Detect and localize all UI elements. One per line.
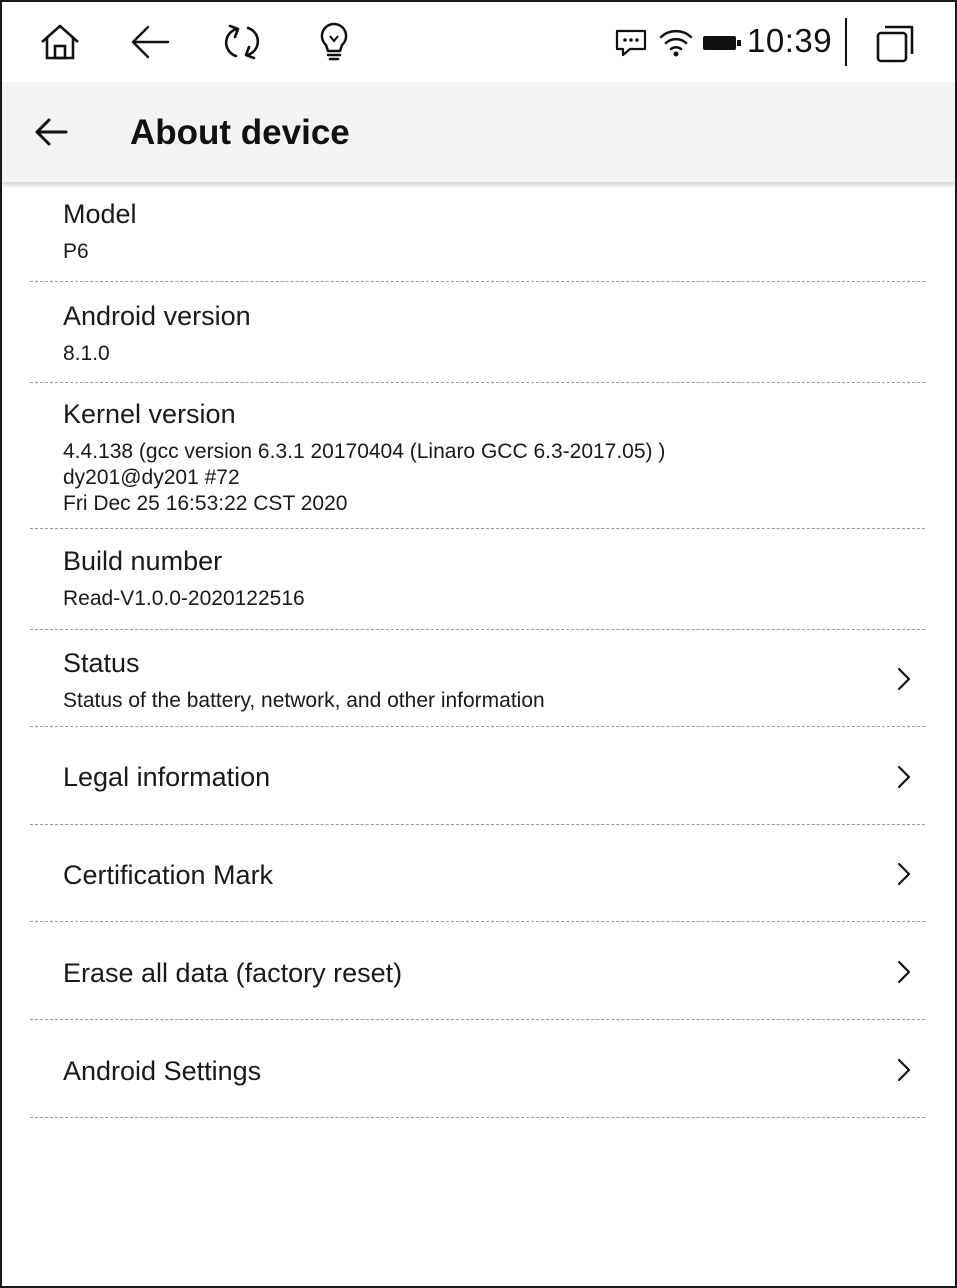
item-value: P6: [63, 240, 89, 263]
item-value: Status of the battery, network, and othe…: [63, 689, 545, 712]
back-arrow-icon[interactable]: [128, 20, 172, 64]
item-label: Kernel version: [63, 399, 236, 429]
refresh-icon[interactable]: [220, 20, 264, 64]
page-title: About device: [130, 113, 350, 152]
item-label: Android Settings: [63, 1056, 262, 1086]
item-label: Build number: [63, 546, 223, 576]
chevron-right-icon: [895, 764, 913, 790]
clock: 10:39: [747, 22, 833, 59]
chevron-right-icon: [895, 861, 913, 887]
item-label: Certification Mark: [63, 860, 274, 890]
recent-apps-icon[interactable]: [874, 24, 916, 64]
wifi-icon: [658, 26, 694, 58]
system-bar: 10:39: [2, 2, 955, 82]
item-value: Read-V1.0.0-2020122516: [63, 587, 305, 610]
list-item-factory-reset[interactable]: Erase all data (factory reset): [30, 922, 925, 1020]
item-label: Erase all data (factory reset): [63, 958, 403, 988]
item-label: Model: [63, 199, 137, 229]
list-item-kernel-version[interactable]: Kernel version 4.4.138 (gcc version 6.3.…: [30, 383, 925, 529]
list-item-android-version[interactable]: Android version 8.1.0: [30, 282, 925, 383]
divider: [845, 18, 847, 66]
item-value-line: dy201@dy201 #72: [63, 466, 240, 489]
list-item-model[interactable]: Model P6: [30, 182, 925, 282]
chevron-right-icon: [895, 1057, 913, 1083]
chevron-right-icon: [895, 666, 913, 692]
battery-icon: [702, 33, 742, 53]
item-value-line: Fri Dec 25 16:53:22 CST 2020: [63, 492, 348, 515]
item-value-line: 4.4.138 (gcc version 6.3.1 20170404 (Lin…: [63, 440, 666, 463]
home-icon[interactable]: [38, 20, 82, 64]
item-label: Status: [63, 648, 140, 678]
lightbulb-icon[interactable]: [312, 20, 356, 64]
back-arrow-icon[interactable]: [32, 112, 72, 152]
list-item-certification-mark[interactable]: Certification Mark: [30, 825, 925, 922]
chevron-right-icon: [895, 959, 913, 985]
message-icon: [614, 28, 648, 58]
app-bar: About device: [2, 82, 955, 182]
list-item-legal-information[interactable]: Legal information: [30, 727, 925, 825]
list-item-status[interactable]: Status Status of the battery, network, a…: [30, 630, 925, 727]
item-label: Legal information: [63, 762, 271, 792]
list-item-build-number[interactable]: Build number Read-V1.0.0-2020122516: [30, 529, 925, 630]
item-label: Android version: [63, 301, 251, 331]
list-item-android-settings[interactable]: Android Settings: [30, 1020, 925, 1118]
item-value: 8.1.0: [63, 342, 110, 365]
